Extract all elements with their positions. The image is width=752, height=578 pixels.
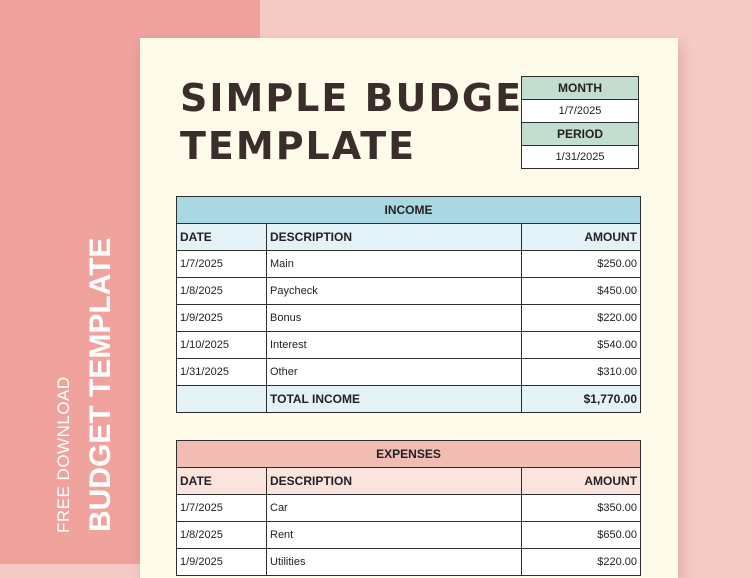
income-description: Main [266, 250, 522, 278]
expense-description: Car [266, 494, 522, 522]
table-row: 1/9/2025 Utilities $220.00 [176, 548, 642, 576]
income-description: Bonus [266, 304, 522, 332]
income-amount: $450.00 [520, 277, 642, 305]
expense-description: Rent [266, 521, 522, 549]
budget-template-text: BUDGET TEMPLATE [84, 237, 117, 532]
income-total-blank [176, 385, 267, 413]
expense-amount: $220.00 [520, 548, 642, 576]
table-row: 1/8/2025 Rent $650.00 [176, 521, 642, 549]
month-value: 1/7/2025 [521, 99, 639, 123]
month-period-box: MONTH 1/7/2025 PERIOD 1/31/2025 [521, 76, 639, 169]
table-row: 1/7/2025 Car $350.00 [176, 494, 642, 522]
income-description: Interest [266, 331, 522, 359]
month-label: MONTH [521, 76, 639, 100]
expense-amount: $350.00 [520, 494, 642, 522]
income-total-value: $1,770.00 [520, 385, 642, 413]
income-date: 1/8/2025 [176, 277, 267, 305]
side-caption-big: BUDGET TEMPLATE [84, 230, 118, 532]
expense-date: 1/9/2025 [176, 548, 267, 576]
expense-date: 1/8/2025 [176, 521, 267, 549]
income-description: Other [266, 358, 522, 386]
table-row: 1/31/2025 Other $310.00 [176, 358, 642, 386]
side-caption-small: FREE DOWNLOAD [54, 376, 74, 533]
document-title: SIMPLE BUDGET TEMPLATE [180, 74, 551, 170]
table-row: 1/10/2025 Interest $540.00 [176, 331, 642, 359]
period-value: 1/31/2025 [521, 145, 639, 169]
income-amount: $250.00 [520, 250, 642, 278]
expenses-col-amount: AMOUNT [520, 467, 642, 495]
income-date: 1/10/2025 [176, 331, 267, 359]
table-row: 1/9/2025 Bonus $220.00 [176, 304, 642, 332]
income-caption: INCOME [175, 196, 642, 224]
title-line-1: SIMPLE BUDGET [180, 76, 552, 120]
income-date: 1/9/2025 [176, 304, 267, 332]
income-total-row: TOTAL INCOME $1,770.00 [176, 385, 642, 413]
expense-description: Utilities [266, 548, 522, 576]
income-amount: $310.00 [520, 358, 642, 386]
income-description: Paycheck [266, 277, 522, 305]
expense-amount: $650.00 [520, 521, 642, 549]
free-download-text: FREE DOWNLOAD [54, 376, 73, 533]
income-table: INCOME DATE DESCRIPTION AMOUNT 1/7/2025 … [175, 196, 642, 413]
expenses-col-date: DATE [176, 467, 267, 495]
income-col-date: DATE [176, 223, 267, 251]
expense-date: 1/7/2025 [176, 494, 267, 522]
expenses-caption: EXPENSES [175, 440, 642, 468]
income-date: 1/7/2025 [176, 250, 267, 278]
expenses-table: EXPENSES DATE DESCRIPTION AMOUNT 1/7/202… [175, 440, 642, 576]
expenses-col-description: DESCRIPTION [266, 467, 522, 495]
table-row: 1/8/2025 Paycheck $450.00 [176, 277, 642, 305]
table-row: 1/7/2025 Main $250.00 [176, 250, 642, 278]
income-col-amount: AMOUNT [520, 223, 642, 251]
income-amount: $540.00 [520, 331, 642, 359]
income-amount: $220.00 [520, 304, 642, 332]
title-line-2: TEMPLATE [180, 124, 417, 168]
income-date: 1/31/2025 [176, 358, 267, 386]
income-total-label: TOTAL INCOME [266, 385, 522, 413]
period-label: PERIOD [521, 122, 639, 146]
income-col-description: DESCRIPTION [266, 223, 522, 251]
